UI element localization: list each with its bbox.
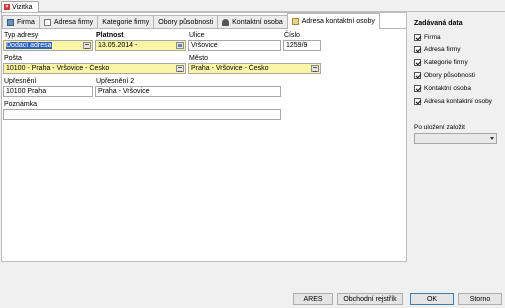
- checkbox-adresa-firmy[interactable]: Adresa firmy: [414, 46, 460, 53]
- list-picker-icon[interactable]: [311, 65, 319, 72]
- upresneni2-field[interactable]: Praha - Vršovice: [95, 86, 281, 97]
- poznamka-label: Poznámka: [4, 101, 38, 108]
- list-picker-icon[interactable]: [83, 42, 91, 49]
- firm-icon: [7, 19, 14, 26]
- cancel-button[interactable]: Storno: [458, 293, 502, 305]
- typ-adresy-field[interactable]: Dodací adresa: [3, 40, 93, 51]
- checkbox-icon[interactable]: [414, 59, 421, 66]
- checkbox-obory-pusobnosti[interactable]: Obory působnosti: [414, 72, 475, 79]
- address-icon: [291, 18, 299, 25]
- list-picker-icon[interactable]: [176, 65, 184, 72]
- tab-strip: Firma Adresa firmy Kategorie firmy Obory…: [2, 13, 380, 29]
- platnost-label: Platnost: [96, 32, 124, 39]
- upresneni-field[interactable]: 10100 Praha: [3, 86, 93, 97]
- checkbox-kategorie-firmy[interactable]: Kategorie firmy: [414, 59, 468, 66]
- tab-adresa-kontaktni-osoby[interactable]: Adresa kontaktní osoby: [286, 13, 380, 29]
- ulice-field[interactable]: Vršovice: [188, 40, 281, 51]
- checkbox-icon[interactable]: [414, 34, 421, 41]
- ares-button[interactable]: ARES: [293, 293, 333, 305]
- after-save-select[interactable]: [414, 133, 497, 144]
- upresneni-label: Upřesnění: [4, 78, 37, 85]
- tab-obory-pusobnosti[interactable]: Obory působnosti: [153, 15, 219, 29]
- checkbox-firma[interactable]: Firma: [414, 34, 441, 41]
- panel-title: Zadávaná data: [414, 20, 463, 27]
- posta-field[interactable]: 10100 - Praha - Vršovice - Česko: [3, 63, 186, 74]
- tab-kontaktni-osoba[interactable]: Kontaktní osoba: [217, 15, 288, 29]
- business-register-button[interactable]: Obchodní rejstřík: [337, 293, 403, 305]
- chevron-down-icon: [490, 137, 494, 140]
- tab-kategorie-firmy[interactable]: Kategorie firmy: [97, 15, 155, 29]
- after-save-label: Po uložení založit: [414, 124, 465, 131]
- tab-firma[interactable]: Firma: [2, 15, 40, 29]
- checkbox-icon[interactable]: [414, 85, 421, 92]
- cislo-field[interactable]: 1259/9: [283, 40, 321, 51]
- cislo-label: Číslo: [284, 32, 300, 39]
- mesto-field[interactable]: Praha - Vršovice - Česko: [188, 63, 321, 74]
- checkbox-kontaktni-osoba[interactable]: Kontaktní osoba: [414, 85, 471, 92]
- calendar-icon[interactable]: [176, 42, 184, 49]
- checkbox-icon[interactable]: [414, 46, 421, 53]
- ok-button[interactable]: OK: [410, 293, 454, 305]
- checkbox-icon[interactable]: [414, 98, 421, 105]
- checkbox-adresa-kontaktni-osoby[interactable]: Adresa kontaktní osoby: [414, 98, 492, 105]
- upresneni2-label: Upřesnění 2: [96, 78, 135, 85]
- platnost-field[interactable]: 13.05.2014 -: [95, 40, 186, 51]
- poznamka-field[interactable]: [3, 109, 281, 120]
- typ-adresy-label: Typ adresy: [4, 32, 39, 39]
- window-title: Vizitka: [12, 3, 33, 11]
- checkbox-icon[interactable]: [414, 72, 421, 79]
- ulice-label: Ulice: [189, 32, 205, 39]
- tab-adresa-firmy[interactable]: Adresa firmy: [38, 15, 99, 29]
- title-bar: [0, 0, 505, 12]
- person-icon: [222, 19, 230, 26]
- page-icon: [43, 19, 51, 26]
- mesto-label: Město: [189, 55, 209, 62]
- close-icon[interactable]: ×: [4, 4, 10, 10]
- posta-label: Pošta: [4, 55, 22, 62]
- window-tab[interactable]: × Vizitka: [1, 1, 39, 12]
